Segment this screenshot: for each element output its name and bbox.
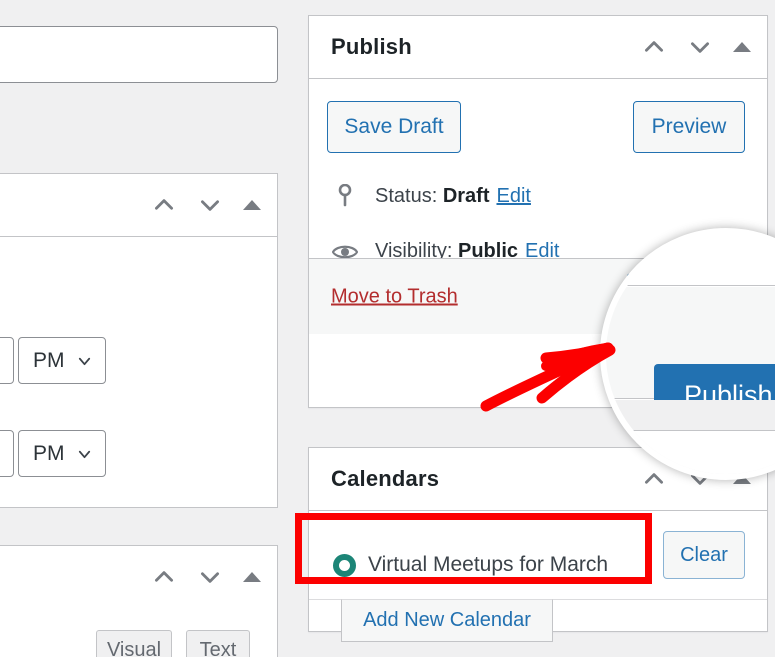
magnifier-zoom-circle: Publish bbox=[600, 228, 775, 480]
tab-text-label: Text bbox=[200, 639, 237, 657]
left-column: 10 PM 50 PM bbox=[0, 0, 275, 657]
minute-select-end[interactable]: 50 bbox=[0, 430, 14, 477]
magnifier-publish-footer: Publish bbox=[606, 287, 775, 399]
magnifier-content: Publish bbox=[606, 234, 775, 474]
title-input-field[interactable] bbox=[0, 26, 278, 83]
meridiem-select-start[interactable]: PM bbox=[18, 337, 106, 384]
left-panel-editor-header bbox=[0, 546, 277, 609]
preview-label: Preview bbox=[652, 115, 727, 139]
pin-icon bbox=[331, 184, 359, 208]
chevron-down-icon bbox=[0, 351, 2, 370]
status-edit-link[interactable]: Edit bbox=[496, 185, 530, 208]
left-panel-upper bbox=[0, 173, 278, 328]
magnifier-calendars-header bbox=[606, 430, 775, 480]
add-new-calendar-button[interactable]: Add New Calendar bbox=[341, 599, 553, 642]
clear-button[interactable]: Clear bbox=[663, 531, 745, 579]
triangle-up-icon[interactable] bbox=[733, 42, 751, 52]
triangle-up-icon[interactable] bbox=[243, 572, 261, 582]
meridiem-select-end[interactable]: PM bbox=[18, 430, 106, 477]
chevron-down-icon[interactable] bbox=[197, 564, 223, 590]
save-draft-button[interactable]: Save Draft bbox=[327, 101, 461, 153]
hour-select-start[interactable]: 10 bbox=[0, 337, 14, 384]
save-draft-label: Save Draft bbox=[344, 115, 443, 139]
clear-button-label: Clear bbox=[680, 544, 728, 567]
magnifier-panel-body-strip bbox=[606, 234, 775, 286]
status-row-text: Status: Draft bbox=[375, 185, 489, 208]
left-panel-upper-header bbox=[0, 174, 277, 237]
tab-visual-label: Visual bbox=[107, 639, 161, 657]
calendars-panel-title: Calendars bbox=[331, 466, 439, 492]
radio-selected-icon[interactable] bbox=[333, 554, 356, 577]
status-row: Status: Draft Edit bbox=[331, 184, 531, 208]
publish-panel-title: Publish bbox=[331, 34, 412, 60]
left-panel-editor-header-icons bbox=[151, 564, 261, 590]
chevron-down-icon bbox=[75, 351, 94, 370]
publish-panel-header: Publish bbox=[309, 16, 767, 79]
left-panel-upper-header-icons bbox=[151, 192, 261, 218]
move-to-trash-link[interactable]: Move to Trash bbox=[331, 285, 458, 308]
publish-panel-header-icons bbox=[641, 34, 751, 60]
screenshot-root: 10 PM 50 PM bbox=[0, 0, 775, 657]
status-value: Draft bbox=[443, 185, 490, 207]
calendars-panel-body: Virtual Meetups for March Clear Add New … bbox=[309, 511, 767, 631]
preview-button[interactable]: Preview bbox=[633, 101, 745, 153]
status-prefix: Status: bbox=[375, 185, 443, 207]
meridiem-select-end-value: PM bbox=[33, 442, 65, 466]
chevron-up-icon[interactable] bbox=[641, 34, 667, 60]
tab-text[interactable]: Text bbox=[186, 630, 250, 657]
chevron-up-icon[interactable] bbox=[151, 564, 177, 590]
tab-visual[interactable]: Visual bbox=[96, 630, 172, 657]
meridiem-select-start-value: PM bbox=[33, 349, 65, 373]
chevron-down-icon bbox=[75, 444, 94, 463]
editor-mode-tabs: Visual Text bbox=[0, 608, 278, 657]
calendar-list-item-label: Virtual Meetups for March bbox=[368, 553, 608, 577]
triangle-up-icon[interactable] bbox=[243, 200, 261, 210]
chevron-down-icon[interactable] bbox=[197, 192, 223, 218]
chevron-down-icon[interactable] bbox=[687, 34, 713, 60]
add-new-calendar-label: Add New Calendar bbox=[363, 609, 531, 632]
chevron-up-icon[interactable] bbox=[151, 192, 177, 218]
chevron-down-icon bbox=[0, 444, 2, 463]
